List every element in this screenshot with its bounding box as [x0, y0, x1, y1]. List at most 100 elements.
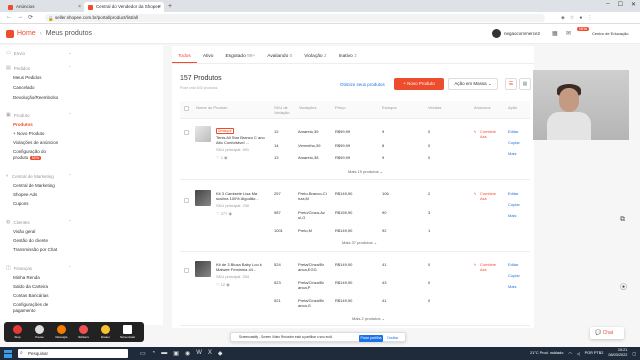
rectangle-button[interactable]: Stickers: [74, 325, 93, 339]
clock[interactable]: 15:21 08/03/2022: [608, 348, 627, 358]
app-icon[interactable]: ◆: [218, 350, 223, 357]
windows-start-icon[interactable]: [4, 349, 12, 358]
forward-icon[interactable]: →: [17, 14, 23, 21]
tab-ativo[interactable]: Ativo: [197, 46, 220, 63]
copy-button[interactable]: Copiar: [508, 273, 520, 278]
more-button[interactable]: Mais: [508, 151, 516, 156]
copy-button[interactable]: Copiar: [508, 140, 520, 145]
boost-ad-link[interactable]: Combine Ass: [480, 191, 500, 201]
close-tab-icon[interactable]: ×: [158, 2, 161, 12]
pause-button[interactable]: Pause: [30, 325, 49, 339]
shopee-logo-icon[interactable]: [6, 29, 14, 38]
grid-apps-icon[interactable]: ▦: [552, 30, 558, 37]
store-icon[interactable]: ▣: [173, 350, 179, 357]
weather-widget[interactable]: 21°C Prod. nublado: [530, 351, 563, 355]
sidebar-item-saldo-carteira[interactable]: Saldo da Carteira: [13, 284, 48, 289]
boost-ad-link[interactable]: Combine Ass: [480, 129, 500, 139]
sidebar-item-novo-produto[interactable]: + Novo Produto: [13, 131, 44, 136]
chevron-down-icon[interactable]: ⌄: [68, 50, 71, 55]
sidebar-item-produtos[interactable]: Produtos: [13, 122, 33, 127]
stickers-button[interactable]: Eraser: [96, 325, 115, 339]
sidebar-item-contas-bancarias[interactable]: Contas Bancárias: [13, 293, 49, 298]
stop-sharing-button[interactable]: Parar partilha: [359, 334, 383, 342]
chat-button[interactable]: 💬 Chat: [590, 327, 624, 339]
layout-icon[interactable]: ⧉: [620, 216, 625, 224]
edit-button[interactable]: Editar: [508, 262, 518, 267]
chevron-up-icon[interactable]: ⌃: [68, 112, 71, 117]
minimize-icon[interactable]: –: [606, 1, 609, 8]
product-name[interactable]: Kit de 3 Blusa Baby Loo k Malwee Feminin…: [216, 262, 268, 272]
sidebar-item-config-pagamento[interactable]: Configurações de pagamento: [13, 302, 63, 313]
sidebar-item-minha-renda[interactable]: Minha Renda: [13, 275, 40, 280]
list-view-icon[interactable]: ☰: [505, 78, 517, 90]
sidebar-section-marketing[interactable]: ◐ Central de Marketing: [6, 173, 54, 179]
screencast-button[interactable]: Screencast: [118, 325, 137, 339]
product-thumbnail[interactable]: [195, 261, 211, 277]
sidebar-section-financas[interactable]: ◫ Finanças: [6, 265, 32, 271]
file-explorer-icon[interactable]: ▬: [161, 350, 167, 357]
chrome-icon[interactable]: ◉: [185, 350, 190, 357]
sidebar-item-devolucao[interactable]: Devolução/Reembolso: [13, 95, 58, 100]
sidebar-item-cupons[interactable]: Cupons: [13, 201, 29, 206]
sidebar-section-clientes[interactable]: ◍ Clientes: [6, 219, 30, 225]
sidebar-item-cancelado[interactable]: Cancelado: [13, 85, 35, 90]
chevron-up-icon[interactable]: ⌃: [68, 265, 71, 270]
menu-icon[interactable]: ⋮: [587, 15, 592, 21]
browser-tab-central-vendedor[interactable]: Central do Vendedor da Shopee ×: [84, 2, 164, 12]
row-checkbox[interactable]: [184, 130, 189, 135]
new-tab-icon[interactable]: +: [164, 2, 176, 12]
edit-button[interactable]: Editar: [508, 191, 518, 196]
sidebar-item-gestao-cliente[interactable]: Gestão do cliente: [13, 238, 48, 243]
more-button[interactable]: Mais: [508, 213, 516, 218]
expand-more-variants[interactable]: Mais 19 produtos ⌄: [348, 169, 383, 174]
task-view-icon[interactable]: ▭: [140, 350, 146, 357]
product-thumbnail[interactable]: [195, 190, 211, 206]
notification-icon[interactable]: ✉: [566, 30, 571, 37]
avatar[interactable]: [492, 29, 501, 38]
education-center-link[interactable]: Centro de Educação: [592, 31, 628, 36]
word-icon[interactable]: W: [196, 350, 202, 357]
more-button[interactable]: Mais: [508, 284, 516, 289]
sidebar-section-envio[interactable]: ▭ Envio: [6, 50, 25, 56]
sidebar-item-meus-pedidos[interactable]: Meus Pedidos: [13, 75, 42, 80]
tab-violacao[interactable]: Violação 2: [298, 46, 332, 63]
back-icon[interactable]: ←: [6, 14, 12, 21]
chevron-up-icon[interactable]: ⌃: [68, 173, 71, 178]
maximize-icon[interactable]: ☐: [618, 1, 623, 8]
shop-name[interactable]: negaocommerce2: [504, 31, 540, 36]
edge-icon[interactable]: ◔: [152, 350, 156, 357]
url-field[interactable]: 🔒 seller.shopee.com.br/portal/product/li…: [45, 13, 546, 22]
tab-inativo[interactable]: Inativo 2: [333, 46, 363, 63]
sidebar-section-produto[interactable]: ▣ Produto: [6, 112, 30, 118]
bulk-action-dropdown[interactable]: Ação em Massa ⌄: [448, 78, 498, 90]
reload-icon[interactable]: ⟳: [28, 14, 33, 21]
copy-button[interactable]: Copiar: [508, 202, 520, 207]
tab-esgotado[interactable]: Esgotado 99+: [219, 46, 261, 63]
extension-icon[interactable]: ◈: [561, 15, 565, 21]
notifications-icon[interactable]: ▢: [632, 351, 636, 356]
language-indicator[interactable]: POR PTB2: [585, 351, 604, 355]
profile-icon[interactable]: ●: [579, 15, 582, 21]
tab-todos[interactable]: Todos: [172, 46, 197, 63]
chevron-up-icon[interactable]: ⌃: [68, 219, 71, 224]
sidebar-item-violacoes[interactable]: Violações de anúncios: [13, 140, 58, 145]
browser-tab-anuncios[interactable]: Anúncios ×: [4, 2, 84, 12]
product-thumbnail[interactable]: [195, 126, 211, 142]
stop-recording-button[interactable]: Stop: [8, 325, 27, 339]
row-checkbox[interactable]: [184, 268, 189, 273]
sidebar-section-pedidos[interactable]: ▤ Pedidos: [6, 65, 30, 71]
excel-icon[interactable]: X: [208, 350, 212, 357]
wifi-icon[interactable]: ◠: [568, 351, 571, 356]
expand-more-variants[interactable]: Mais 37 produtos ⌄: [342, 240, 377, 245]
sidebar-item-shopee-ads[interactable]: Shopee Ads: [13, 192, 37, 197]
sidebar-item-visao-geral[interactable]: Visão geral: [13, 229, 35, 234]
star-icon[interactable]: ☆: [570, 15, 574, 21]
sidebar-item-configuracao[interactable]: Configuração do produto NEW: [13, 149, 63, 161]
tab-avaliando[interactable]: Avaliando 0: [261, 46, 298, 63]
chevron-up-icon[interactable]: ⌃: [68, 65, 71, 70]
taskbar-search-input[interactable]: ⌕ Pesquisar: [18, 349, 128, 358]
sound-wave-icon[interactable]: ⦿: [620, 282, 627, 292]
close-tab-icon[interactable]: ×: [78, 2, 81, 12]
close-window-icon[interactable]: ✕: [631, 1, 636, 8]
optimize-products-link[interactable]: Otimize seus produtos: [340, 82, 385, 87]
